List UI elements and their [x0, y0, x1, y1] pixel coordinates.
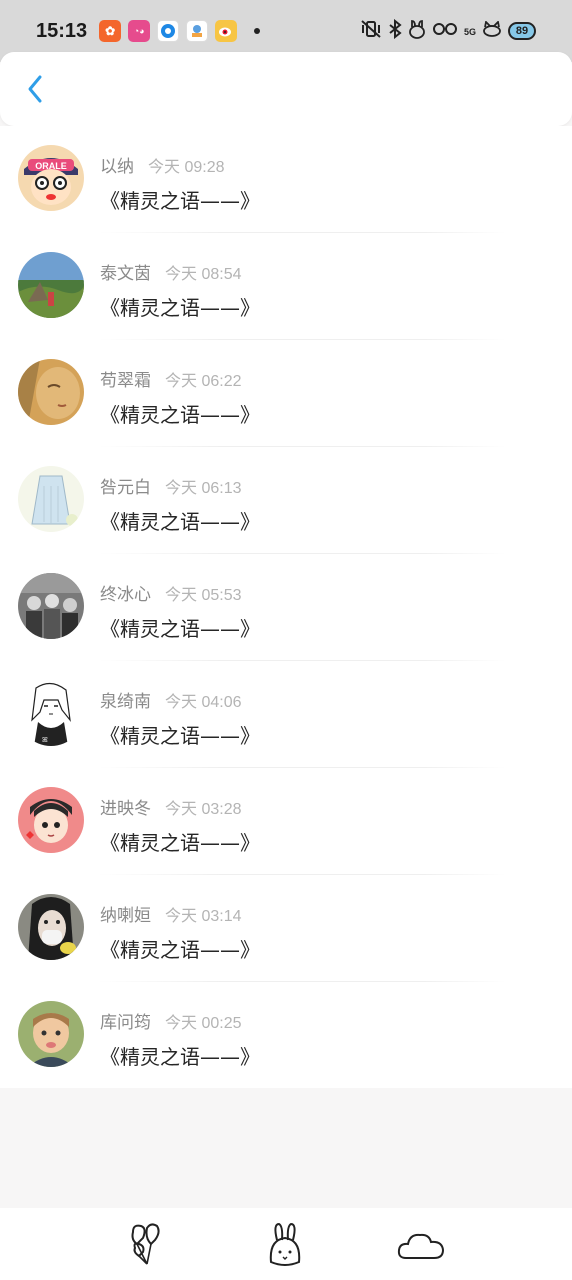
item-body: 终冰心 今天 05:53 《精灵之语——》 — [100, 580, 260, 642]
avatar[interactable]: ꕤ — [18, 680, 84, 746]
item-body: 苟翠霜 今天 06:22 《精灵之语——》 — [100, 366, 260, 428]
list-item[interactable]: 咎元白 今天 06:13 《精灵之语——》 — [0, 447, 572, 554]
avatar[interactable] — [18, 466, 84, 532]
avatar[interactable] — [18, 1001, 84, 1067]
message-text: 《精灵之语——》 — [100, 617, 260, 641]
bluetooth-icon — [388, 18, 402, 44]
balloons-icon — [131, 1223, 160, 1265]
item-meta: 泰文茵 今天 08:54 — [100, 259, 260, 284]
message-text: 《精灵之语——》 — [100, 724, 260, 748]
nav-cloud[interactable] — [396, 1220, 446, 1270]
status-right: 5G 89 — [360, 18, 536, 44]
cloud-icon — [397, 1233, 445, 1259]
link-icon — [432, 21, 458, 42]
avatar[interactable] — [18, 894, 84, 960]
message-text: 《精灵之语——》 — [100, 1045, 260, 1069]
item-meta: 苟翠霜 今天 06:22 — [100, 366, 260, 391]
timestamp: 今天 08:54 — [165, 266, 242, 283]
status-app-icons: ✿ ◔◕ — [99, 20, 261, 42]
sender-name: 泉绮南 — [100, 692, 151, 712]
avatar[interactable] — [18, 787, 84, 853]
avatar[interactable] — [18, 359, 84, 425]
item-meta: 咎元白 今天 06:13 — [100, 473, 260, 498]
app-blue-circle-icon — [157, 20, 180, 42]
message-text: 《精灵之语——》 — [100, 831, 260, 855]
sender-name: 咎元白 — [100, 478, 151, 498]
item-body: 以纳 今天 09:28 《精灵之语——》 — [100, 152, 260, 214]
item-body: 纳喇姮 今天 03:14 《精灵之语——》 — [100, 901, 260, 963]
sender-name: 终冰心 — [100, 585, 151, 605]
nav-bunny[interactable] — [260, 1220, 310, 1270]
header — [0, 52, 572, 126]
sender-name: 苟翠霜 — [100, 371, 151, 391]
sender-name: 库问筠 — [100, 1013, 151, 1033]
app-orange-icon: ✿ — [99, 20, 122, 42]
item-body: 咎元白 今天 06:13 《精灵之语——》 — [100, 473, 260, 535]
avatar[interactable] — [18, 573, 84, 639]
item-meta: 进映冬 今天 03:28 — [100, 794, 260, 819]
bunny-icon — [269, 1222, 301, 1266]
battery-indicator: 89 — [508, 22, 536, 40]
sender-name: 以纳 — [100, 157, 134, 177]
sender-name: 纳喇姮 — [100, 906, 151, 926]
item-body: 泉绮南 今天 04:06 《精灵之语——》 — [100, 687, 260, 749]
item-meta: 终冰心 今天 05:53 — [100, 580, 260, 605]
timestamp: 今天 09:28 — [148, 159, 225, 176]
timestamp: 今天 05:53 — [165, 587, 242, 604]
list-item[interactable]: 终冰心 今天 05:53 《精灵之语——》 — [0, 554, 572, 661]
app-pink-icon: ◔◕ — [128, 20, 151, 42]
avatar[interactable] — [18, 252, 84, 318]
timestamp: 今天 03:14 — [165, 908, 242, 925]
network-label: 5G — [463, 26, 476, 37]
item-meta: 以纳 今天 09:28 — [100, 152, 260, 177]
back-button[interactable] — [20, 69, 50, 109]
timestamp: 今天 04:06 — [165, 694, 242, 711]
message-text: 《精灵之语——》 — [100, 296, 260, 320]
item-meta: 纳喇姮 今天 03:14 — [100, 901, 260, 926]
item-meta: 泉绮南 今天 04:06 — [100, 687, 260, 712]
timestamp: 今天 03:28 — [165, 801, 242, 818]
svg-text:ꕤ: ꕤ — [42, 736, 48, 744]
list-item[interactable]: 纳喇姮 今天 03:14 《精灵之语——》 — [0, 875, 572, 982]
item-body: 库问筠 今天 00:25 《精灵之语——》 — [100, 1008, 260, 1070]
item-body: 进映冬 今天 03:28 《精灵之语——》 — [100, 794, 260, 856]
item-meta: 库问筠 今天 00:25 — [100, 1008, 260, 1033]
message-text: 《精灵之语——》 — [100, 510, 260, 534]
message-list: ORALE 以纳 今天 09:28 《精灵之语——》 泰文茵 今天 08:54 … — [0, 126, 572, 1088]
message-text: 《精灵之语——》 — [100, 403, 260, 427]
list-item[interactable]: ORALE 以纳 今天 09:28 《精灵之语——》 — [0, 126, 572, 233]
item-body: 泰文茵 今天 08:54 《精灵之语——》 — [100, 259, 260, 321]
vibrate-off-icon — [360, 19, 382, 43]
notification-dot — [254, 28, 261, 34]
avatar[interactable]: ORALE — [18, 145, 84, 211]
bunny-status-icon — [408, 19, 426, 44]
status-time: 15:13 — [36, 19, 88, 42]
cat-signal-icon — [482, 19, 502, 42]
sender-name: 进映冬 — [100, 799, 151, 819]
message-text: 《精灵之语——》 — [100, 938, 260, 962]
bottom-nav — [0, 1208, 572, 1280]
sender-name: 泰文茵 — [100, 264, 151, 284]
list-item[interactable]: 苟翠霜 今天 06:22 《精灵之语——》 — [0, 340, 572, 447]
app-weather-icon — [186, 20, 209, 42]
nav-balloons[interactable] — [122, 1220, 172, 1270]
timestamp: 今天 06:13 — [165, 480, 242, 497]
list-item[interactable]: ꕤ 泉绮南 今天 04:06 《精灵之语——》 — [0, 661, 572, 768]
timestamp: 今天 06:22 — [165, 373, 242, 390]
chevron-left-icon — [28, 75, 42, 103]
list-item[interactable]: 库问筠 今天 00:25 《精灵之语——》 — [0, 982, 572, 1089]
timestamp: 今天 00:25 — [165, 1015, 242, 1032]
list-item[interactable]: 进映冬 今天 03:28 《精灵之语——》 — [0, 768, 572, 875]
message-text: 《精灵之语——》 — [100, 189, 260, 213]
weibo-icon — [215, 20, 238, 42]
list-item[interactable]: 泰文茵 今天 08:54 《精灵之语——》 — [0, 233, 572, 340]
